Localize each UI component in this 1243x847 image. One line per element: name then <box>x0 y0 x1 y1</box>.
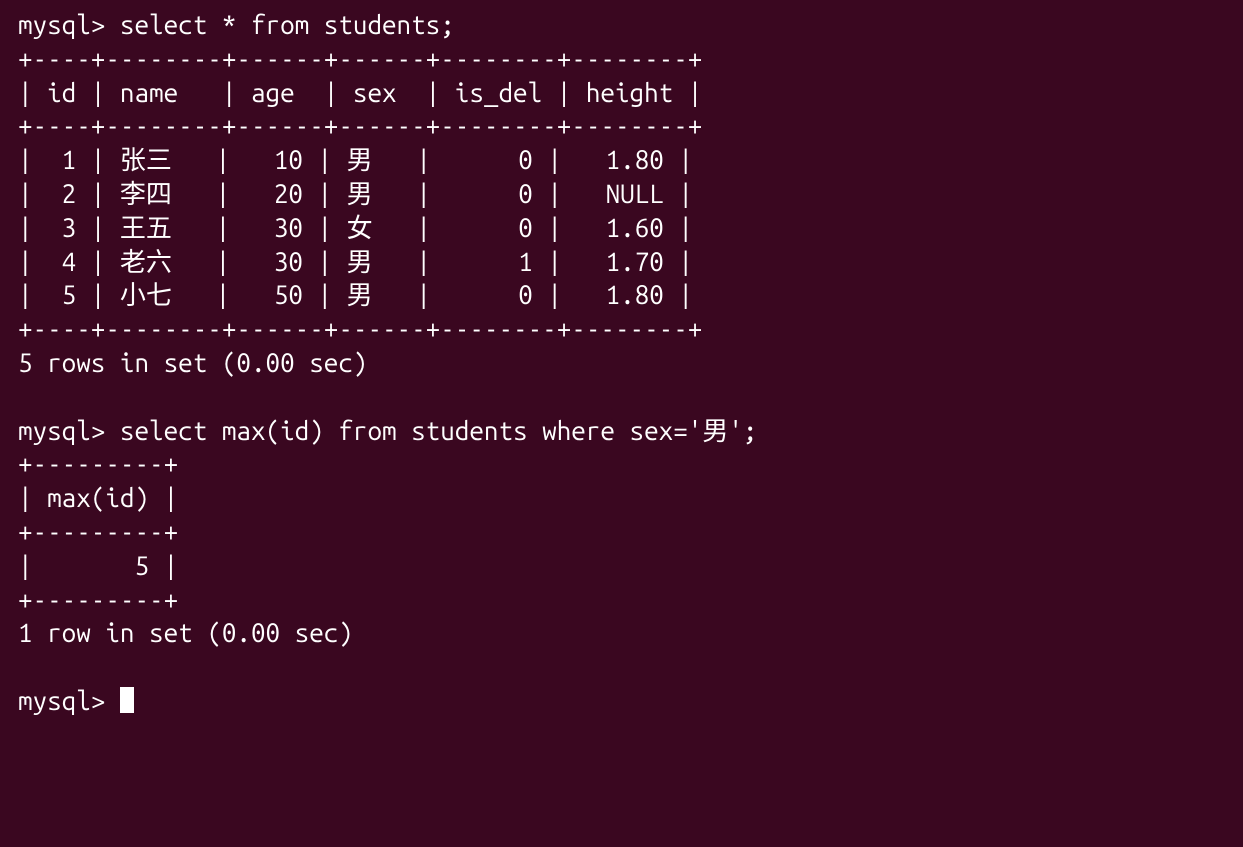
query1-status: 5 rows in set (0.00 sec) <box>18 348 367 377</box>
query2-border-bot: +---------+ <box>18 585 178 614</box>
query1-row-4: | 4 | 老六 | 30 | 男 | 1 | 1.70 | <box>18 247 693 276</box>
query2-border-mid: +---------+ <box>18 517 178 546</box>
query2-row-1: | 5 | <box>18 551 178 580</box>
query1-row-1: | 1 | 张三 | 10 | 男 | 0 | 1.80 | <box>18 145 693 174</box>
mysql-prompt: mysql> <box>18 686 120 715</box>
query1-header-row: | id | name | age | sex | is_del | heigh… <box>18 78 702 107</box>
cursor-icon <box>120 687 134 713</box>
query2-status: 1 row in set (0.00 sec) <box>18 618 353 647</box>
mysql-prompt: mysql> <box>18 416 120 445</box>
terminal-window[interactable]: mysql> select * from students; +----+---… <box>0 0 1243 847</box>
query2-border-top: +---------+ <box>18 449 178 478</box>
query2-header-row: | max(id) | <box>18 483 178 512</box>
query1-border-bot: +----+--------+------+------+--------+--… <box>18 314 702 343</box>
query1-row-5: | 5 | 小七 | 50 | 男 | 0 | 1.80 | <box>18 280 693 309</box>
query1-border-mid: +----+--------+------+------+--------+--… <box>18 111 702 140</box>
query1-row-2: | 2 | 李四 | 20 | 男 | 0 | NULL | <box>18 179 693 208</box>
mysql-prompt: mysql> <box>18 10 120 39</box>
query2-sql: select max(id) from students where sex='… <box>120 416 758 445</box>
query1-sql: select * from students; <box>120 10 455 39</box>
query1-row-3: | 3 | 王五 | 30 | 女 | 0 | 1.60 | <box>18 213 693 242</box>
query1-border-top: +----+--------+------+------+--------+--… <box>18 44 702 73</box>
